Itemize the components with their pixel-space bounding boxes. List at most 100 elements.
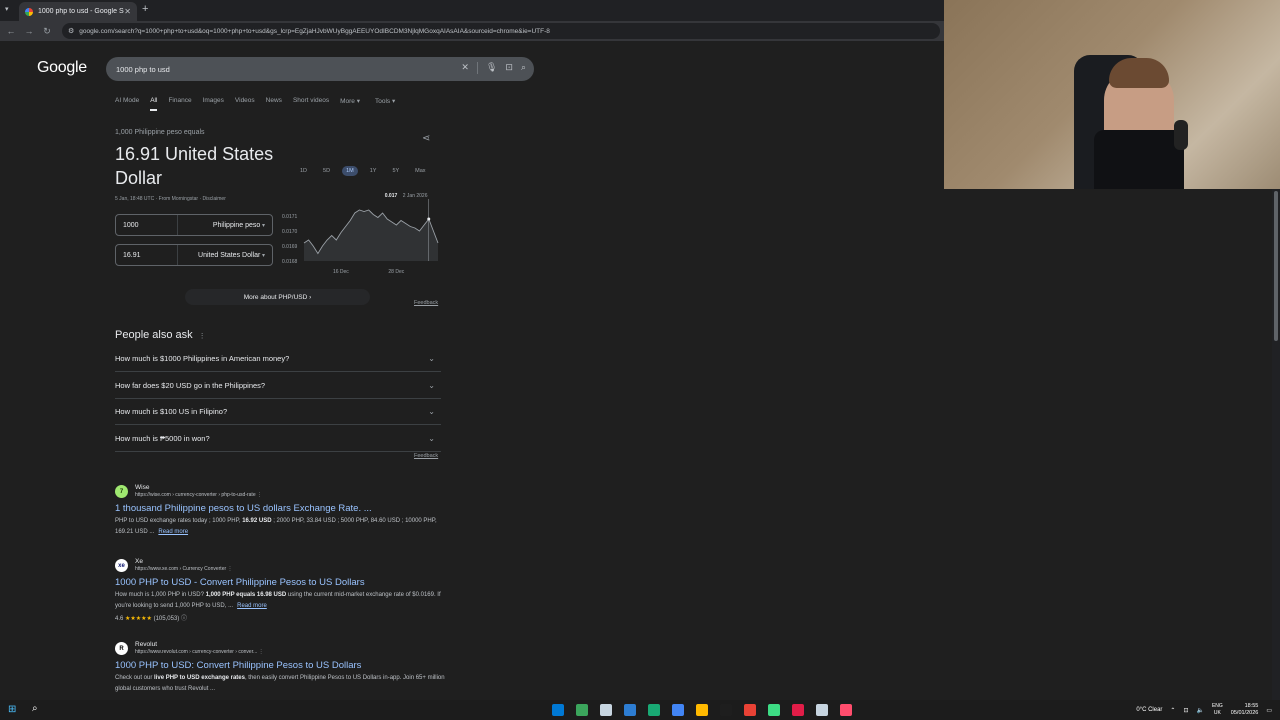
clear-search-icon[interactable]: ✕ — [461, 62, 469, 74]
taskbar-app-icon[interactable] — [720, 704, 732, 716]
result-title-link[interactable]: 1 thousand Philippine pesos to US dollar… — [115, 503, 455, 514]
scrollbar-thumb[interactable] — [1274, 191, 1278, 341]
tab-short-videos[interactable]: Short videos — [293, 97, 329, 111]
site-info-icon[interactable]: ⚙ — [68, 27, 74, 35]
tab-search-icon[interactable]: ▾ — [5, 5, 9, 13]
back-icon[interactable]: ← — [2, 26, 20, 36]
tab-ai-mode[interactable]: AI Mode — [115, 97, 139, 111]
volume-icon[interactable]: 🔈 — [1196, 707, 1203, 714]
share-icon[interactable]: ⋖ — [422, 133, 430, 144]
result-source[interactable]: xe Xe https://www.xe.com › Currency Conve… — [115, 558, 455, 573]
from-row: 1000 Philippine peso — [115, 214, 273, 236]
range-5y[interactable]: 5Y — [388, 166, 403, 176]
revolut-favicon-icon: R — [115, 642, 128, 655]
to-currency-select[interactable]: United States Dollar — [178, 252, 272, 259]
address-bar[interactable]: ⚙ google.com/search?q=1000+php+to+usd&oq… — [62, 23, 940, 39]
paa-question[interactable]: How much is ₱5000 in won? ⌄ — [115, 426, 441, 452]
range-5d[interactable]: 5D — [319, 166, 334, 176]
read-more-link[interactable]: Read more — [158, 529, 188, 535]
google-favicon-icon — [25, 7, 33, 16]
from-amount-input[interactable]: 1000 — [116, 215, 178, 235]
taskbar-app-icon[interactable] — [768, 704, 780, 716]
paa-question[interactable]: How much is $100 US in Filipino? ⌄ — [115, 399, 441, 425]
search-icon[interactable]: ⌕ — [521, 62, 526, 74]
paa-question[interactable]: How far does $20 USD go in the Philippin… — [115, 373, 441, 399]
network-icon[interactable]: ⊡ — [1183, 707, 1188, 714]
paa-question-text: How far does $20 USD go in the Philippin… — [115, 381, 266, 390]
notifications-icon[interactable]: ▭ — [1266, 707, 1272, 714]
reload-icon[interactable]: ↻ — [38, 26, 56, 37]
paa-question-text: How much is $1000 Philippines in America… — [115, 354, 290, 363]
result-title-link[interactable]: 1000 PHP to USD: Convert Philippine Peso… — [115, 660, 455, 671]
windows-start-icon[interactable]: ⊞ — [8, 704, 16, 715]
taskbar-app-icon[interactable] — [696, 704, 708, 716]
search-input[interactable]: 1000 php to usd ✕ 🎙 ⊡ ⌕ — [106, 57, 534, 81]
exchange-rate-chart[interactable]: 0.0171 0.0170 0.0169 0.0168 0.017 2 Jan 2026 1… — [282, 189, 442, 279]
tab-news[interactable]: News — [266, 97, 282, 111]
search-result: xe Xe https://www.xe.com › Currency Conve… — [115, 558, 455, 622]
taskbar-app-icon[interactable] — [840, 704, 852, 716]
converter-feedback-link[interactable]: Feedback — [414, 300, 438, 306]
tab-images[interactable]: Images — [203, 97, 224, 111]
result-snippet: Check out our live PHP to USD exchange r… — [115, 675, 445, 692]
result-rating: 4.6 ★★★★★ (105,053) ⓘ — [115, 616, 187, 622]
search-query: 1000 php to usd — [116, 64, 170, 74]
range-1d[interactable]: 1D — [296, 166, 311, 176]
to-amount-input[interactable]: 16.91 — [116, 245, 178, 265]
new-tab-button[interactable]: + — [142, 3, 148, 15]
taskbar-app-icon[interactable] — [816, 704, 828, 716]
taskbar-app-icon[interactable] — [672, 704, 684, 716]
taskbar-app-icon[interactable] — [744, 704, 756, 716]
forward-icon[interactable]: → — [20, 26, 38, 36]
close-tab-icon[interactable]: ✕ — [124, 7, 131, 16]
tab-videos[interactable]: Videos — [235, 97, 255, 111]
taskbar-search-icon[interactable]: ⌕ — [32, 703, 38, 714]
tooltip-date: 2 Jan 2026 — [403, 193, 428, 199]
more-about-button[interactable]: More about PHP/USD › — [185, 289, 370, 305]
search-result: R Revolut https://www.revolut.com › curre… — [115, 641, 455, 695]
tray-overflow-icon[interactable]: ⌃ — [1170, 707, 1175, 714]
tab-more[interactable]: More ▾ — [340, 97, 360, 111]
paa-heading: People also ask ⋮ — [115, 329, 206, 341]
range-1y[interactable]: 1Y — [366, 166, 381, 176]
conversion-result: 16.91 United States Dollar — [115, 144, 274, 188]
paa-menu-icon[interactable]: ⋮ — [199, 333, 206, 340]
browser-tab[interactable]: 1000 php to usd - Google Search ✕ — [19, 2, 137, 21]
taskbar-app-icon[interactable] — [600, 704, 612, 716]
result-source[interactable]: 7 Wise https://wise.com › currency-conver… — [115, 484, 455, 499]
tab-tools[interactable]: Tools ▾ — [375, 97, 395, 111]
converter-inputs: 1000 Philippine peso 16.91 United States… — [115, 214, 273, 274]
chevron-down-icon: ⌄ — [428, 354, 435, 363]
google-logo[interactable]: Google — [37, 59, 87, 77]
result-source[interactable]: R Revolut https://www.revolut.com › curre… — [115, 641, 455, 656]
rate-area — [304, 210, 438, 261]
taskbar-app-icon[interactable] — [792, 704, 804, 716]
result-url: https://www.xe.com › Currency Converter … — [135, 566, 233, 572]
paa-question[interactable]: How much is $1000 Philippines in America… — [115, 346, 441, 372]
language-indicator[interactable]: ENG UK — [1212, 703, 1223, 717]
taskbar-app-icon[interactable] — [552, 704, 564, 716]
clock[interactable]: 18:55 05/01/2026 — [1231, 703, 1259, 717]
weather-widget[interactable]: 0°C Clear — [1136, 707, 1162, 713]
from-currency-select[interactable]: Philippine peso — [178, 222, 272, 229]
result-url: https://wise.com › currency-converter › … — [135, 492, 262, 498]
tooltip-value: 0.017 — [385, 193, 398, 199]
taskbar-app-icon[interactable] — [576, 704, 588, 716]
read-more-link[interactable]: Read more — [237, 603, 267, 609]
rating-stars-icon: ★★★★★ — [125, 616, 152, 622]
result-snippet: How much is 1,000 PHP in USD? 1,000 PHP … — [115, 592, 441, 609]
result-title-link[interactable]: 1000 PHP to USD - Convert Philippine Pes… — [115, 577, 455, 588]
xe-favicon-icon: xe — [115, 559, 128, 572]
chevron-down-icon: ⌄ — [428, 381, 435, 390]
tab-all[interactable]: All — [150, 97, 158, 111]
taskbar-app-icon[interactable] — [648, 704, 660, 716]
tab-finance[interactable]: Finance — [168, 97, 191, 111]
range-max[interactable]: Max — [411, 166, 429, 176]
taskbar-app-icon[interactable] — [624, 704, 636, 716]
system-tray: 0°C Clear ⌃ ⊡ 🔈 ENG UK 18:55 05/01/2026 ▭ — [1136, 703, 1272, 717]
microphone-icon[interactable]: 🎙 — [486, 62, 497, 74]
range-1m[interactable]: 1M — [342, 166, 358, 176]
address-text: google.com/search?q=1000+php+to+usd&oq=1… — [79, 27, 550, 35]
lens-icon[interactable]: ⊡ — [505, 62, 513, 74]
paa-feedback-link[interactable]: Feedback — [414, 453, 438, 459]
